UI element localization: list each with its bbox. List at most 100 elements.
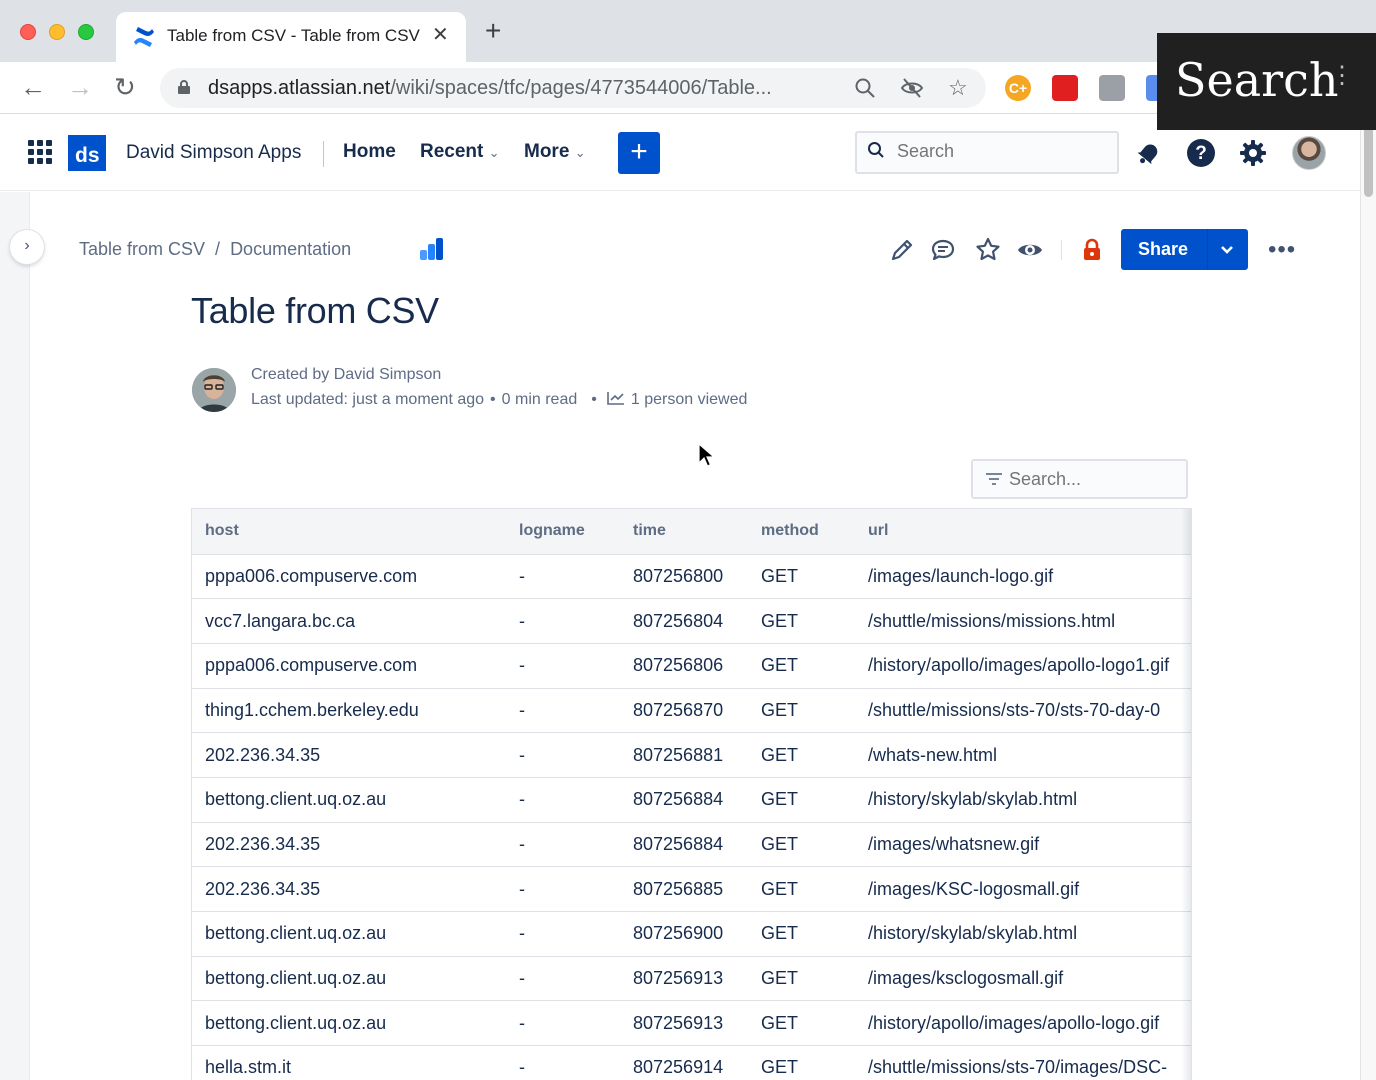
cell-logname: - xyxy=(506,866,620,912)
cell-host: thing1.cchem.berkeley.edu xyxy=(192,688,506,734)
address-bar[interactable]: dsapps.atlassian.net/wiki/spaces/tfc/pag… xyxy=(160,68,986,108)
cell-host: bettong.client.uq.oz.au xyxy=(192,1000,506,1047)
read-time: 0 min read xyxy=(501,391,578,408)
browser-tab-active[interactable]: Table from CSV - Table from CSV ✕ xyxy=(116,12,466,62)
column-header-logname[interactable]: logname xyxy=(506,509,620,555)
cell-logname: - xyxy=(506,911,620,957)
comment-icon[interactable] xyxy=(929,236,957,264)
help-icon[interactable]: ? xyxy=(1185,137,1217,169)
cell-time: 807256885 xyxy=(620,866,748,912)
back-arrow-icon[interactable]: ← xyxy=(20,72,46,102)
reload-icon[interactable]: ↻ xyxy=(114,72,136,102)
window-zoom-button[interactable] xyxy=(78,24,94,40)
table-row: bettong.client.uq.oz.au -807256913 GET/ima… xyxy=(192,956,1191,1002)
scrollbar-thumb[interactable] xyxy=(1364,125,1373,197)
app-switcher-icon[interactable] xyxy=(28,140,52,164)
cell-time: 807256913 xyxy=(620,956,748,1002)
site-logo[interactable]: ds xyxy=(68,135,106,171)
column-header-url[interactable]: url xyxy=(855,509,1191,555)
column-header-method[interactable]: method xyxy=(748,509,855,555)
nav-recent[interactable]: Recent ⌄ xyxy=(420,141,500,163)
analytics-app-icon[interactable] xyxy=(418,238,444,262)
keystroke-overlay-label: Search xyxy=(1175,53,1339,107)
nav-recent-label: Recent xyxy=(420,141,484,162)
cell-time: 807256900 xyxy=(620,911,748,957)
column-header-time[interactable]: time xyxy=(620,509,748,555)
table-row: 202.236.34.35-807256884 GET/images/whatsn… xyxy=(192,822,1191,868)
cell-time: 807256913 xyxy=(620,1000,748,1047)
extension-chart-icon[interactable] xyxy=(1099,75,1125,101)
cell-host: hella.stm.it xyxy=(192,1045,506,1080)
page-actions-divider xyxy=(1061,240,1062,260)
breadcrumb-item-parent[interactable]: Documentation xyxy=(230,239,351,259)
meta-separator: • xyxy=(591,391,597,408)
table-filter-input[interactable] xyxy=(1009,469,1179,490)
column-header-host[interactable]: host xyxy=(192,509,506,555)
star-icon[interactable] xyxy=(974,236,1002,264)
table-filter[interactable] xyxy=(971,459,1188,499)
extension-c-plus-icon[interactable]: C+ xyxy=(1005,75,1031,101)
mouse-pointer-icon xyxy=(698,443,714,467)
cell-host: 202.236.34.35 xyxy=(192,732,506,778)
page-metadata: Last updated: just a moment ago • 0 min re… xyxy=(251,391,747,409)
tab-close-icon[interactable]: ✕ xyxy=(432,22,449,47)
forward-arrow-icon[interactable]: → xyxy=(67,72,93,102)
keystroke-overlay: Search ⋮ xyxy=(1157,33,1376,130)
cell-host: bettong.client.uq.oz.au xyxy=(192,911,506,957)
table-row: hella.stm.it -807256914 GET/shuttle/missio… xyxy=(192,1045,1191,1080)
table-row: pppa006.compuserve.com -807256800 GET/imag… xyxy=(192,554,1191,600)
cell-url: /shuttle/missions/missions.html xyxy=(855,598,1191,644)
table-row: vcc7.langara.bc.ca -807256804 GET/shuttle/… xyxy=(192,598,1191,644)
analytics-chart-icon xyxy=(607,392,624,405)
window-close-button[interactable] xyxy=(20,24,36,40)
view-count[interactable]: 1 person viewed xyxy=(631,391,748,408)
created-by: Created by David Simpson xyxy=(251,366,442,383)
cell-logname: - xyxy=(506,598,620,644)
cell-host: pppa006.compuserve.com xyxy=(192,554,506,600)
cell-method: GET xyxy=(748,643,855,689)
cell-logname: - xyxy=(506,688,620,734)
page-scrollbar[interactable] xyxy=(1360,115,1376,1080)
global-search[interactable] xyxy=(855,131,1119,174)
window-minimize-button[interactable] xyxy=(49,24,65,40)
cell-url: /history/apollo/images/apollo-logo1.gif xyxy=(855,643,1191,689)
create-button[interactable]: + xyxy=(618,132,660,174)
zoom-magnifier-icon[interactable] xyxy=(854,77,876,99)
extension-calendar-icon[interactable] xyxy=(1052,75,1078,101)
edit-pencil-icon[interactable] xyxy=(888,236,916,264)
tracking-blocked-eye-icon[interactable] xyxy=(900,77,924,99)
share-button-label: Share xyxy=(1138,239,1189,259)
notifications-bell-icon[interactable] xyxy=(1133,137,1165,169)
user-avatar[interactable] xyxy=(1292,136,1326,170)
chevron-down-icon: ⌄ xyxy=(488,145,500,160)
nav-more-label: More xyxy=(524,141,570,162)
restrictions-lock-icon[interactable] xyxy=(1078,236,1106,264)
cell-method: GET xyxy=(748,956,855,1002)
cell-url: /history/skylab/skylab.html xyxy=(855,911,1191,957)
cell-logname: - xyxy=(506,956,620,1002)
browser-menu-icon[interactable]: ⋮ xyxy=(1330,61,1354,89)
bookmark-star-icon[interactable]: ☆ xyxy=(948,75,968,101)
url-text: dsapps.atlassian.net/wiki/spaces/tfc/pag… xyxy=(208,77,848,100)
breadcrumb-item-space[interactable]: Table from CSV xyxy=(79,239,205,259)
watch-eye-icon[interactable] xyxy=(1016,236,1044,264)
chevron-down-icon: ⌄ xyxy=(574,145,586,160)
more-actions-icon[interactable]: ••• xyxy=(1268,236,1296,264)
settings-gear-icon[interactable] xyxy=(1237,137,1269,169)
cell-url: /history/skylab/skylab.html xyxy=(855,777,1191,823)
chevron-down-icon[interactable] xyxy=(1218,238,1236,260)
new-tab-button[interactable]: + xyxy=(485,17,501,45)
cell-time: 807256914 xyxy=(620,1045,748,1080)
cell-host: vcc7.langara.bc.ca xyxy=(192,598,506,644)
nav-more[interactable]: More ⌄ xyxy=(524,141,586,163)
site-name[interactable]: David Simpson Apps xyxy=(126,142,301,164)
share-button[interactable]: Share xyxy=(1121,229,1248,270)
cell-url: /shuttle/missions/sts-70/images/DSC- xyxy=(855,1045,1191,1080)
tab-title: Table from CSV - Table from CSV xyxy=(167,26,420,45)
confluence-top-nav: ds David Simpson Apps Home Recent ⌄ More… xyxy=(0,115,1360,191)
expand-sidebar-chevron-icon[interactable]: › xyxy=(10,230,44,264)
nav-home[interactable]: Home xyxy=(343,141,396,163)
author-avatar[interactable] xyxy=(192,368,236,412)
cell-method: GET xyxy=(748,777,855,823)
global-search-input[interactable] xyxy=(897,141,1107,162)
